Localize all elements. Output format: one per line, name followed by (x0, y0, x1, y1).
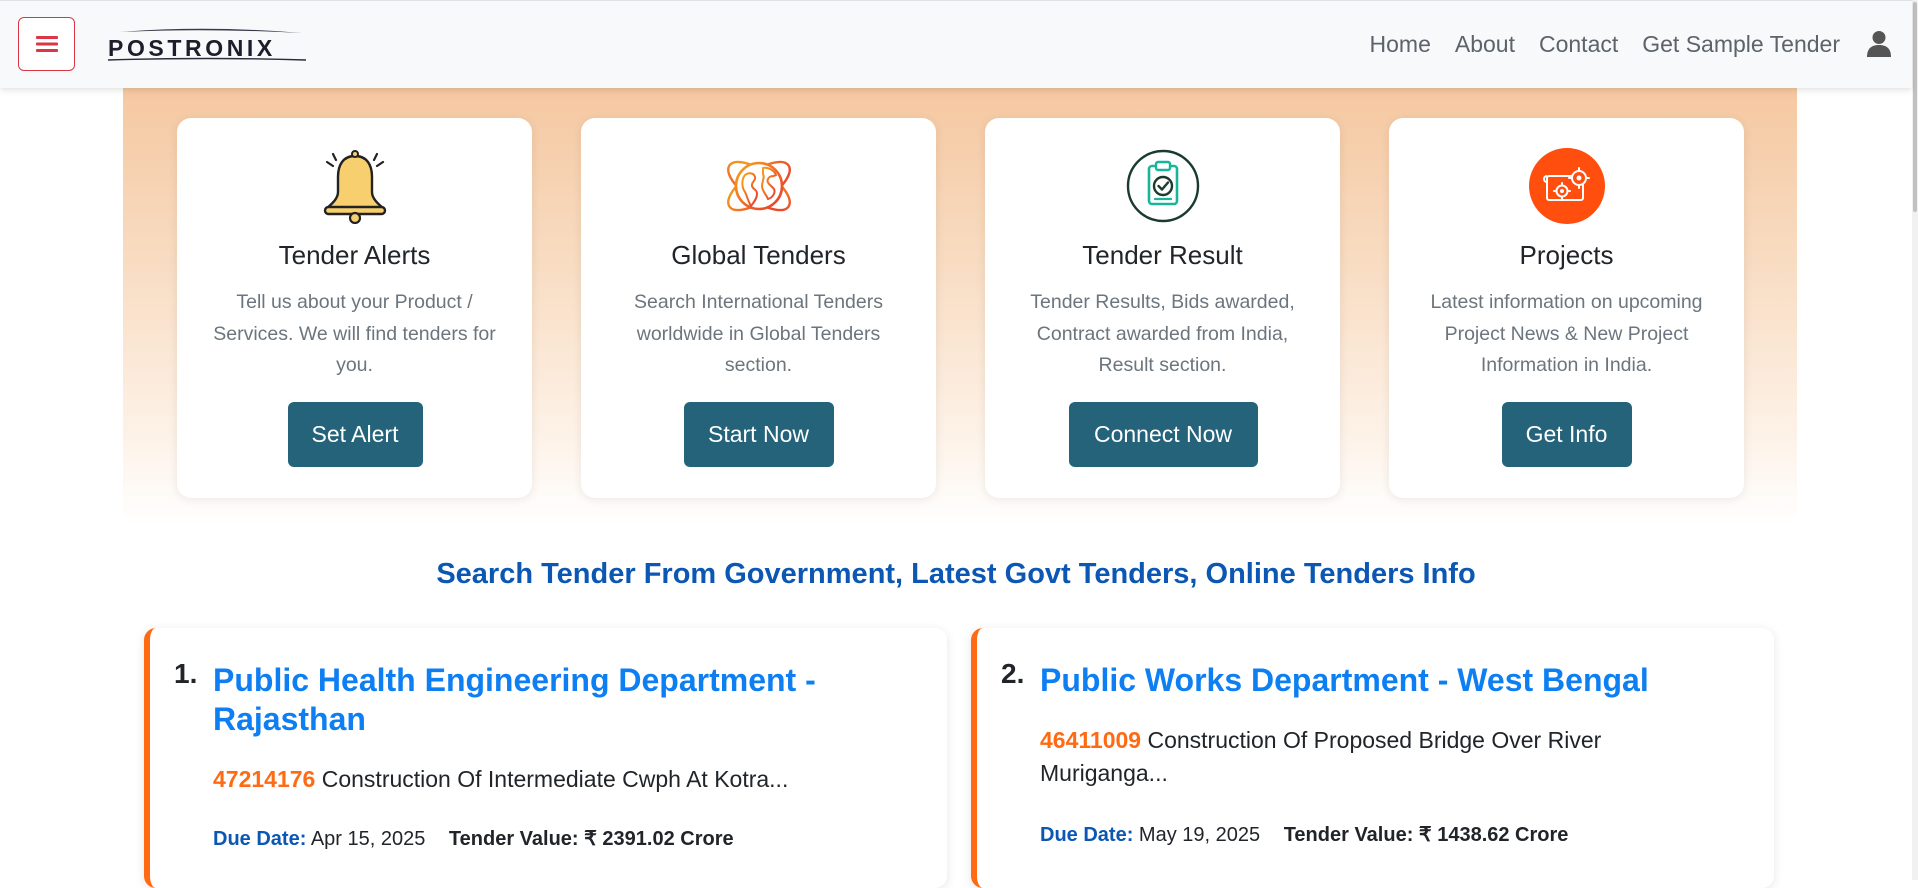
tender-value: ₹ 2391.02 Crore (584, 828, 734, 850)
card-description: Tender Results, Bids awarded, Contract a… (1030, 291, 1295, 376)
service-card-tender-alerts: Tender Alerts Tell us about your Product… (177, 118, 532, 498)
start-now-button[interactable]: Start Now (683, 402, 834, 467)
user-icon[interactable] (1866, 30, 1892, 58)
blueprint-gear-icon (1528, 148, 1605, 224)
card-title: Tender Result (1082, 240, 1243, 270)
menu-icon (35, 36, 58, 52)
nav-home-link[interactable]: Home (1370, 31, 1431, 58)
scrollbar-thumb[interactable] (1913, 2, 1917, 212)
service-card-tender-result: Tender Result Tender Results, Bids award… (985, 118, 1340, 498)
due-date-label: Due Date: (1040, 824, 1134, 846)
card-title: Tender Alerts (278, 240, 431, 270)
globe-icon (726, 160, 791, 212)
card-description: Latest information on upcoming Project N… (1430, 291, 1703, 376)
section-heading: Search Tender From Government, Latest Go… (436, 558, 1476, 590)
clipboard-check-icon (1126, 149, 1199, 223)
brand-logo[interactable]: POSTRONIX (106, 27, 311, 63)
tender-title-link[interactable]: Public Works Department - West Bengal (1040, 661, 1720, 700)
tender-value-label: Tender Value: (448, 828, 579, 850)
tender-id: 47214176 (213, 766, 316, 792)
tender-value-label: Tender Value: (1283, 824, 1414, 846)
nav-links: Home About Contact Get Sample Tender (1346, 31, 1840, 58)
tender-title-link[interactable]: Public Health Engineering Department - R… (213, 661, 893, 739)
hamburger-menu-button[interactable] (18, 17, 75, 71)
nav-contact-link[interactable]: Contact (1539, 31, 1618, 58)
tender-card: 1. Public Health Engineering Department … (144, 628, 947, 888)
nav-about-link[interactable]: About (1455, 31, 1515, 58)
bell-icon (323, 150, 386, 224)
due-date-value: May 19, 2025 (1138, 824, 1261, 846)
connect-now-button[interactable]: Connect Now (1068, 402, 1258, 467)
card-description: Search International Tenders worldwide i… (634, 291, 883, 376)
tender-meta: Due Date: May 19, 2025 Tender Value: ₹ 1… (1040, 822, 1568, 847)
page-scrollbar[interactable] (1912, 0, 1918, 880)
tender-number: 2. (1001, 658, 1025, 689)
top-navbar: POSTRONIX Home About Contact Get Sample … (0, 0, 1912, 88)
due-date-value: Apr 15, 2025 (310, 828, 426, 850)
card-title: Global Tenders (671, 240, 846, 270)
tender-description: 47214176 Construction Of Intermediate Cw… (213, 763, 893, 796)
get-info-button[interactable]: Get Info (1501, 402, 1632, 467)
card-title: Projects (1519, 240, 1614, 270)
brand-name: POSTRONIX (108, 35, 276, 61)
tender-number: 1. (174, 658, 198, 689)
nav-sample-tender-link[interactable]: Get Sample Tender (1642, 31, 1840, 58)
tender-description: 46411009 Construction Of Proposed Bridge… (1040, 724, 1720, 790)
service-card-projects: Projects Latest information on upcoming … (1389, 118, 1744, 498)
service-card-global-tenders: Global Tenders Search International Tend… (581, 118, 936, 498)
tender-value: ₹ 1438.62 Crore (1418, 824, 1569, 846)
tender-id: 46411009 (1040, 727, 1142, 753)
due-date-label: Due Date: (213, 828, 307, 850)
tender-desc-text: Construction Of Intermediate Cwph At Kot… (321, 766, 789, 792)
tender-meta: Due Date: Apr 15, 2025 Tender Value: ₹ 2… (213, 826, 734, 851)
set-alert-button[interactable]: Set Alert (287, 402, 423, 467)
card-description: Tell us about your Product / Services. W… (213, 291, 496, 376)
tender-card: 2. Public Works Department - West Bengal… (971, 628, 1774, 888)
